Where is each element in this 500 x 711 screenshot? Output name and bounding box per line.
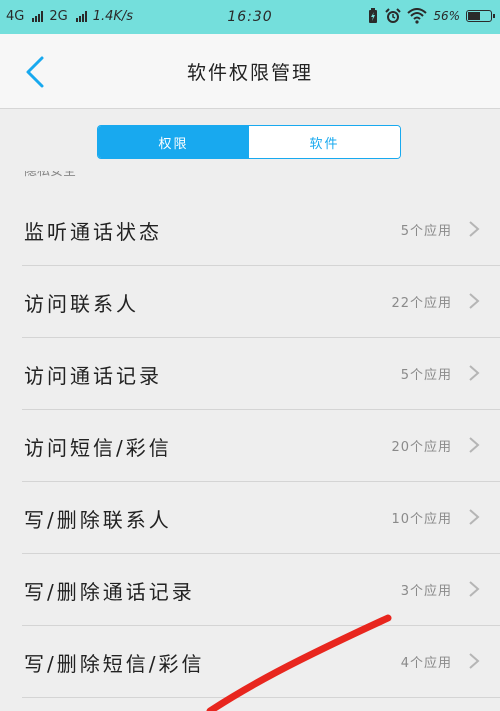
app-count: 4个应用 xyxy=(400,656,452,671)
section-title: 隐私安全 xyxy=(24,171,77,179)
tab-apps[interactable]: 软件 xyxy=(249,126,400,158)
status-bar: 4G 2G 1.4K/s 16:30 56% xyxy=(0,0,500,34)
status-right: 56% xyxy=(367,8,495,24)
chevron-right-icon xyxy=(469,221,480,237)
list-item[interactable]: 写/删除通话记录 3个应用 xyxy=(22,554,500,626)
list-item[interactable]: 写/删除联系人 10个应用 xyxy=(22,482,500,554)
list-item[interactable]: 访问短信/彩信 20个应用 xyxy=(22,410,500,482)
permission-label: 访问通话记录 xyxy=(24,364,162,388)
permission-label: 写/删除通话记录 xyxy=(24,580,195,604)
app-count: 3个应用 xyxy=(400,584,452,599)
app-count: 22个应用 xyxy=(391,296,452,311)
list-item[interactable]: 访问联系人 22个应用 xyxy=(22,266,500,338)
app-header: 软件权限管理 xyxy=(0,34,500,109)
tab-label: 软件 xyxy=(309,136,340,152)
chevron-right-icon xyxy=(469,581,480,597)
app-count: 20个应用 xyxy=(391,440,452,455)
list-item[interactable]: 访问通话记录 5个应用 xyxy=(22,338,500,410)
app-count: 10个应用 xyxy=(391,512,452,527)
permission-label: 监听通话状态 xyxy=(24,220,162,244)
chevron-right-icon xyxy=(469,437,480,453)
battery-icon xyxy=(466,10,495,22)
battery-saver-icon xyxy=(369,8,378,23)
chevron-right-icon xyxy=(469,293,480,309)
chevron-right-icon xyxy=(469,653,480,669)
section-header: 隐私安全 xyxy=(24,171,76,185)
app-count: 5个应用 xyxy=(400,224,452,239)
tab-label: 权限 xyxy=(158,136,189,152)
permission-label: 写/删除联系人 xyxy=(24,508,172,532)
alarm-icon xyxy=(385,8,402,23)
segmented-control: 权限 软件 xyxy=(97,125,401,159)
app-count: 5个应用 xyxy=(400,368,452,383)
chevron-right-icon xyxy=(469,365,480,381)
permission-label: 访问短信/彩信 xyxy=(24,436,172,460)
list-item[interactable]: 监听通话状态 5个应用 xyxy=(22,194,500,266)
battery-percent: 56% xyxy=(433,9,460,23)
permission-label: 访问联系人 xyxy=(24,292,139,316)
permission-label: 写/删除短信/彩信 xyxy=(24,652,205,676)
chevron-right-icon xyxy=(469,509,480,525)
permission-list: 监听通话状态 5个应用 访问联系人 22个应用 访问通话记录 5个应用 访问短信… xyxy=(0,194,500,698)
list-item[interactable]: 写/删除短信/彩信 4个应用 xyxy=(22,626,500,698)
tab-permissions[interactable]: 权限 xyxy=(98,126,249,158)
page-title: 软件权限管理 xyxy=(186,62,313,84)
wifi-icon xyxy=(407,8,427,24)
